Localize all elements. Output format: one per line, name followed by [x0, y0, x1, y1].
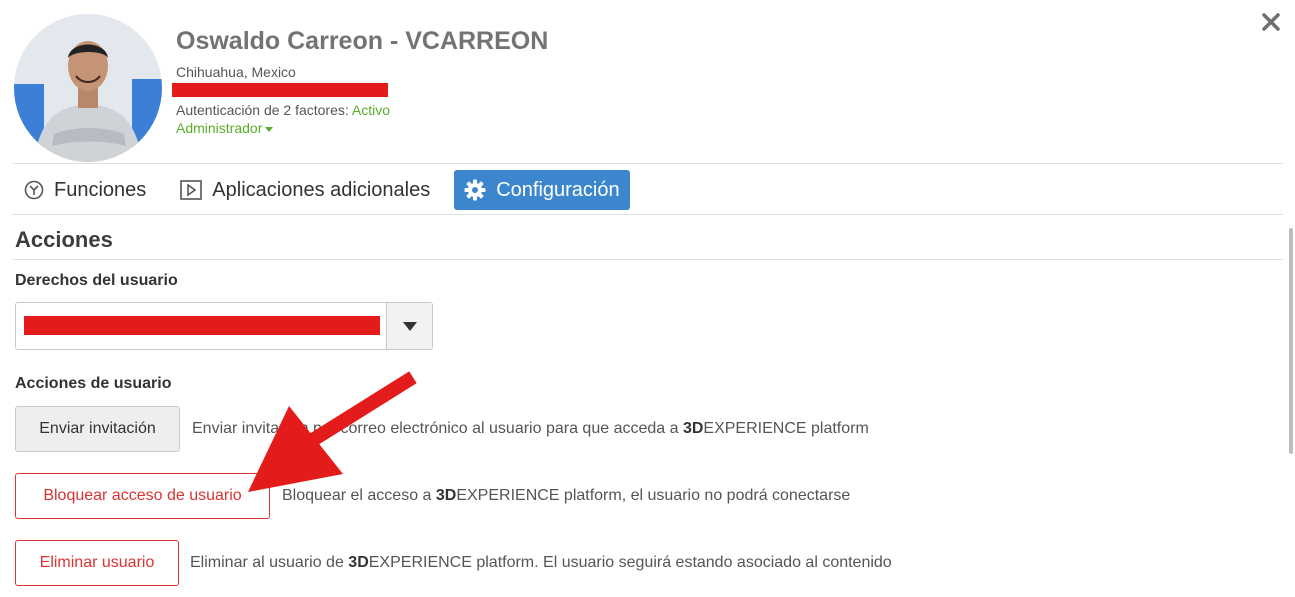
delete-user-description: Eliminar al usuario de 3DEXPERIENCE plat… — [190, 554, 892, 572]
brand-bold: 3D — [435, 487, 457, 504]
divider — [12, 259, 1283, 260]
user-actions-label: Acciones de usuario — [15, 375, 172, 392]
section-title: Acciones — [15, 227, 113, 252]
user-rights-select[interactable] — [15, 302, 433, 350]
tab-label: Configuración — [496, 178, 620, 201]
desc-text: Enviar invitación por correo electrónico… — [192, 420, 683, 437]
tab-bar: Funciones Aplicaciones adicionales Confi… — [14, 170, 644, 210]
brand-bold: 3D — [682, 420, 704, 437]
divider — [12, 214, 1283, 215]
tab-configuracion[interactable]: Configuración — [454, 170, 630, 210]
user-location: Chihuahua, Mexico — [176, 64, 296, 80]
desc-text: EXPERIENCE platform — [703, 420, 869, 437]
role-label: Administrador — [176, 120, 263, 136]
send-invitation-description: Enviar invitación por correo electrónico… — [192, 420, 869, 438]
twofa-label: Autenticación de 2 factores: — [176, 102, 352, 118]
redaction-mark — [24, 316, 380, 335]
block-user-button[interactable]: Bloquear acceso de usuario — [15, 473, 270, 519]
block-user-description: Bloquear el acceso a 3DEXPERIENCE platfo… — [282, 487, 850, 505]
desc-text: EXPERIENCE platform, el usuario no podrá… — [456, 487, 851, 504]
desc-text: EXPERIENCE platform. El usuario seguirá … — [368, 554, 892, 571]
close-icon — [1262, 13, 1280, 31]
user-name: Oswaldo Carreon - VCARREON — [176, 27, 549, 55]
scrollbar[interactable] — [1289, 228, 1293, 454]
avatar — [14, 14, 162, 162]
apps-play-icon — [180, 180, 203, 200]
tab-funciones[interactable]: Funciones — [14, 170, 156, 210]
brand-bold: 3D — [348, 554, 369, 571]
tab-aplicaciones[interactable]: Aplicaciones adicionales — [170, 170, 440, 210]
caret-down-icon — [265, 126, 274, 132]
tab-label: Aplicaciones adicionales — [212, 178, 431, 201]
twofa-active: Activo — [351, 102, 391, 118]
roles-icon — [24, 180, 44, 200]
redaction-mark — [172, 83, 388, 97]
role-dropdown[interactable]: Administrador — [176, 120, 274, 136]
send-invitation-button[interactable]: Enviar invitación — [15, 406, 180, 452]
twofa-status: Autenticación de 2 factores: Activo — [176, 102, 390, 118]
caret-down-icon — [402, 321, 417, 331]
desc-text: Bloquear el acceso a — [282, 487, 436, 504]
divider — [12, 163, 1283, 164]
delete-user-button[interactable]: Eliminar usuario — [15, 540, 179, 586]
desc-text: Eliminar al usuario de — [190, 554, 349, 571]
user-rights-label: Derechos del usuario — [15, 272, 178, 289]
select-arrow[interactable] — [386, 303, 432, 349]
close-button[interactable] — [1257, 8, 1285, 36]
tab-label: Funciones — [54, 178, 147, 201]
gear-icon — [464, 179, 486, 201]
